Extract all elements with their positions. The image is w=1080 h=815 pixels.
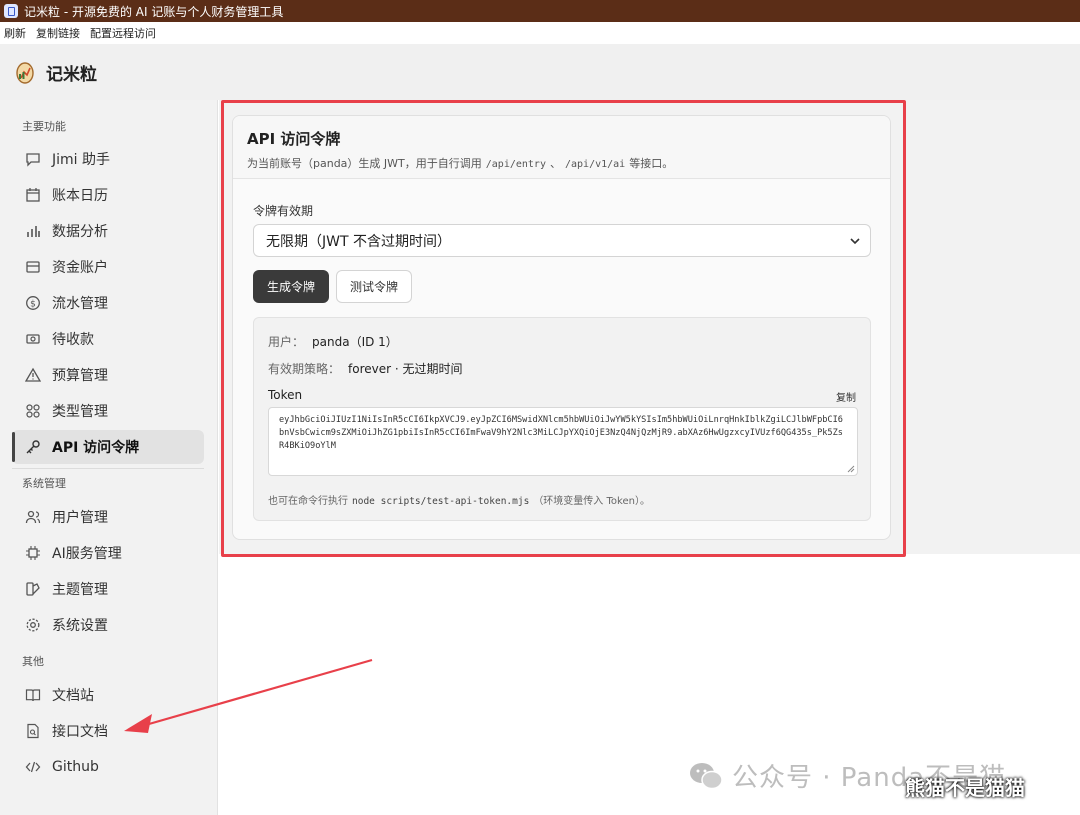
- policy-label: 有效期策略：: [268, 362, 341, 376]
- sidebar-item-label: AI服务管理: [52, 546, 122, 562]
- validity-select[interactable]: 无限期（JWT 不含过期时间）: [253, 224, 871, 257]
- sidebar: 主要功能 Jimi 助手 账本日历 数据分析 资金账户 $ 流水管理 待收款 预…: [0, 100, 218, 815]
- token-textarea[interactable]: eyJhbGciOiJIUzI1NiIsInR5cCI6IkpXVCJ9.eyJ…: [268, 407, 858, 476]
- menu-copy-link[interactable]: 复制链接: [32, 25, 84, 41]
- endpoint-ai: /api/v1/ai: [564, 159, 626, 170]
- sidebar-item-github[interactable]: Github: [12, 750, 204, 784]
- sidebar-item-users[interactable]: 用户管理: [12, 500, 204, 534]
- sidebar-item-accounts[interactable]: 资金账户: [12, 250, 204, 284]
- sidebar-item-label: 预算管理: [52, 368, 108, 384]
- sidebar-item-docs-site[interactable]: 文档站: [12, 678, 204, 712]
- chat-icon: [24, 150, 42, 168]
- sidebar-item-analytics[interactable]: 数据分析: [12, 214, 204, 248]
- sidebar-item-label: Jimi 助手: [52, 152, 110, 168]
- sidebar-item-receivables[interactable]: 待收款: [12, 322, 204, 356]
- sidebar-item-categories[interactable]: 类型管理: [12, 394, 204, 428]
- wallet-icon: [24, 258, 42, 276]
- svg-text:$: $: [30, 300, 36, 310]
- logo-icon: [16, 62, 34, 84]
- sidebar-item-label: 待收款: [52, 332, 94, 348]
- endpoint-entry: /api/entry: [485, 159, 546, 170]
- menu-remote-access[interactable]: 配置远程访问: [86, 25, 160, 41]
- token-label: Token: [268, 388, 303, 402]
- desc-suffix: 等接口。: [629, 157, 674, 170]
- card-header: API 访问令牌 为当前账号（panda）生成 JWT，用于自行调用/api/e…: [233, 116, 890, 179]
- file-search-icon: [24, 722, 42, 740]
- section-label-system: 系统管理: [22, 477, 66, 490]
- sidebar-item-label: API 访问令牌: [52, 440, 140, 456]
- test-token-button[interactable]: 测试令牌: [336, 270, 412, 303]
- warning-icon: [24, 366, 42, 384]
- hint-prefix: 也可在命令行执行: [268, 496, 348, 507]
- page-title: API 访问令牌: [247, 130, 341, 148]
- app-icon: [4, 4, 18, 18]
- copy-token-button[interactable]: 复制: [836, 389, 856, 404]
- gear-icon: [24, 616, 42, 634]
- policy-value: forever · 无过期时间: [348, 362, 463, 376]
- validity-selected-value: 无限期（JWT 不含过期时间）: [266, 233, 451, 250]
- user-info: 用户： panda（ID 1）: [268, 333, 398, 350]
- sidebar-item-transactions[interactable]: $ 流水管理: [12, 286, 204, 320]
- api-token-card: API 访问令牌 为当前账号（panda）生成 JWT，用于自行调用/api/e…: [232, 115, 891, 540]
- calendar-icon: [24, 186, 42, 204]
- sidebar-item-jimi[interactable]: Jimi 助手: [12, 142, 204, 176]
- receivable-icon: [24, 330, 42, 348]
- section-label-main: 主要功能: [22, 120, 66, 133]
- chip-icon: [24, 544, 42, 562]
- user-value: panda（ID 1）: [312, 335, 398, 349]
- sidebar-item-label: 系统设置: [52, 618, 108, 634]
- section-label-other: 其他: [22, 655, 44, 668]
- key-icon: [24, 438, 42, 456]
- cli-hint: 也可在命令行执行 node scripts/test-api-token.mjs （…: [268, 492, 650, 507]
- desc-separator: 、: [549, 157, 561, 170]
- window-titlebar: 记米粒 - 开源免费的 AI 记账与个人财务管理工具: [0, 0, 1080, 22]
- menubar: 刷新 复制链接 配置远程访问: [0, 22, 1080, 44]
- desc-prefix: 为当前账号（panda）生成 JWT，用于自行调用: [247, 157, 482, 170]
- sidebar-item-themes[interactable]: 主题管理: [12, 572, 204, 606]
- policy-info: 有效期策略： forever · 无过期时间: [268, 360, 463, 377]
- sidebar-divider: [12, 468, 204, 469]
- card-description: 为当前账号（panda）生成 JWT，用于自行调用/api/entry、/api…: [247, 155, 876, 171]
- sidebar-item-label: 用户管理: [52, 510, 108, 526]
- validity-label: 令牌有效期: [253, 204, 314, 218]
- users-icon: [24, 508, 42, 526]
- sidebar-item-label: Github: [52, 759, 99, 775]
- book-icon: [24, 686, 42, 704]
- brand-name: 记米粒: [46, 64, 97, 85]
- sidebar-item-api-docs[interactable]: 接口文档: [12, 714, 204, 748]
- sidebar-item-label: 主题管理: [52, 582, 108, 598]
- sidebar-item-label: 账本日历: [52, 188, 108, 204]
- sidebar-item-label: 数据分析: [52, 224, 108, 240]
- sidebar-item-budget[interactable]: 预算管理: [12, 358, 204, 392]
- dollar-icon: $: [24, 294, 42, 312]
- user-label: 用户：: [268, 335, 305, 349]
- sidebar-item-label: 类型管理: [52, 404, 108, 420]
- palette-icon: [24, 580, 42, 598]
- token-value: eyJhbGciOiJIUzI1NiIsInR5cCI6IkpXVCJ9.eyJ…: [279, 415, 843, 451]
- grid-icon: [24, 402, 42, 420]
- app-header: 记米粒: [0, 44, 1080, 100]
- hint-suffix: （环境变量传入 Token）。: [533, 496, 650, 507]
- token-info-panel: 用户： panda（ID 1） 有效期策略： forever · 无过期时间 Tok…: [253, 317, 871, 521]
- code-icon: [24, 758, 42, 776]
- sidebar-item-ai-service[interactable]: AI服务管理: [12, 536, 204, 570]
- hint-command: node scripts/test-api-token.mjs: [352, 496, 530, 507]
- wechat-icon: [690, 762, 723, 789]
- generate-token-button[interactable]: 生成令牌: [253, 270, 329, 303]
- sidebar-item-label: 流水管理: [52, 296, 108, 312]
- resize-handle-icon[interactable]: [847, 465, 855, 473]
- sidebar-item-api-token[interactable]: API 访问令牌: [12, 430, 204, 464]
- bar-chart-icon: [24, 222, 42, 240]
- sidebar-item-settings[interactable]: 系统设置: [12, 608, 204, 642]
- sidebar-item-label: 资金账户: [52, 260, 108, 276]
- sidebar-item-label: 接口文档: [52, 724, 108, 740]
- window-title: 记米粒 - 开源免费的 AI 记账与个人财务管理工具: [24, 4, 284, 19]
- chevron-down-icon: [850, 238, 860, 245]
- menu-refresh[interactable]: 刷新: [0, 25, 30, 41]
- sidebar-item-label: 文档站: [52, 688, 94, 704]
- sidebar-item-calendar[interactable]: 账本日历: [12, 178, 204, 212]
- watermark-overlay: 熊猫不是猫猫: [905, 776, 1025, 800]
